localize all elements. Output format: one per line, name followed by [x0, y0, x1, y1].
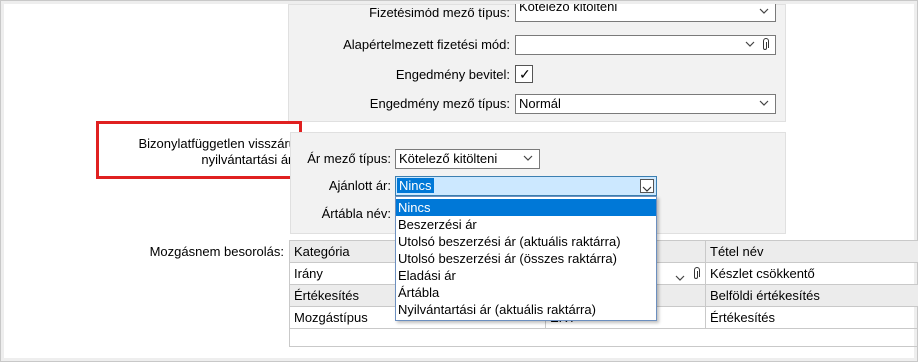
chevron-down-icon — [745, 39, 755, 49]
table-row — [290, 329, 918, 347]
suggested-price-value: Nincs — [397, 178, 434, 193]
default-payment-label: Alapértelmezett fizetési mód: — [343, 37, 510, 52]
payment-field-type-select[interactable]: Kötelező kitölteni — [515, 4, 776, 22]
movement-classification-label: Mozgásnem besorolás: — [149, 244, 284, 259]
doc-independent-price-label: Bizonylatfüggetlen visszáru nyilvántartá… — [138, 136, 296, 167]
price-field-type-label: Ár mező típus: — [307, 151, 391, 166]
grid-cell[interactable]: Belföldi értékesítés — [706, 285, 918, 307]
discount-field-type-select[interactable]: Normál — [515, 94, 776, 114]
dropdown-option[interactable]: Ártábla — [396, 284, 656, 301]
price-field-type-select[interactable]: Kötelező kitölteni — [395, 149, 540, 169]
discount-entry-checkbox[interactable]: ✓ — [515, 65, 533, 83]
default-payment-select[interactable] — [515, 35, 776, 55]
grid-cell[interactable] — [290, 329, 918, 347]
price-field-type-value: Kötelező kitölteni — [399, 151, 498, 166]
dropdown-option[interactable]: Utolsó beszerzési ár (összes raktárra) — [396, 250, 656, 267]
grid-cell[interactable]: Tétel név — [706, 241, 918, 263]
checkmark-icon: ✓ — [519, 66, 531, 82]
suggested-price-dropdown-list: Nincs Beszerzési ár Utolsó beszerzési ár… — [395, 196, 657, 321]
attachment-icon[interactable] — [692, 266, 700, 284]
discount-field-type-value: Normál — [519, 96, 561, 111]
suggested-price-select[interactable]: Nincs — [395, 176, 657, 196]
discount-field-type-label: Engedmény mező típus: — [369, 96, 510, 111]
discount-entry-label: Engedmény bevitel: — [395, 67, 510, 82]
suggested-price-label: Ajánlott ár: — [328, 178, 391, 193]
attachment-icon[interactable] — [761, 38, 769, 54]
chevron-down-icon[interactable] — [675, 268, 685, 284]
dropdown-option[interactable]: Utolsó beszerzési ár (aktuális raktárra) — [396, 233, 656, 250]
dropdown-option[interactable]: Nincs — [396, 199, 656, 216]
dropdown-option[interactable]: Eladási ár — [396, 267, 656, 284]
dropdown-button[interactable] — [640, 179, 654, 193]
payment-field-type-label: Fizetésimód mező típus: — [369, 8, 510, 20]
dropdown-option[interactable]: Nyilvántartási ár (aktuális raktárra) — [396, 301, 656, 318]
chevron-down-icon — [759, 98, 769, 108]
payment-field-type-value: Kötelező kitölteni — [519, 4, 618, 14]
dropdown-option[interactable]: Beszerzési ár — [396, 216, 656, 233]
chevron-down-icon — [523, 153, 533, 163]
grid-cell[interactable]: Készlet csökkentő — [706, 263, 918, 285]
grid-cell[interactable]: Értékesítés — [706, 307, 918, 329]
chevron-down-icon — [759, 6, 769, 16]
price-table-name-label: Ártábla név: — [321, 206, 391, 221]
